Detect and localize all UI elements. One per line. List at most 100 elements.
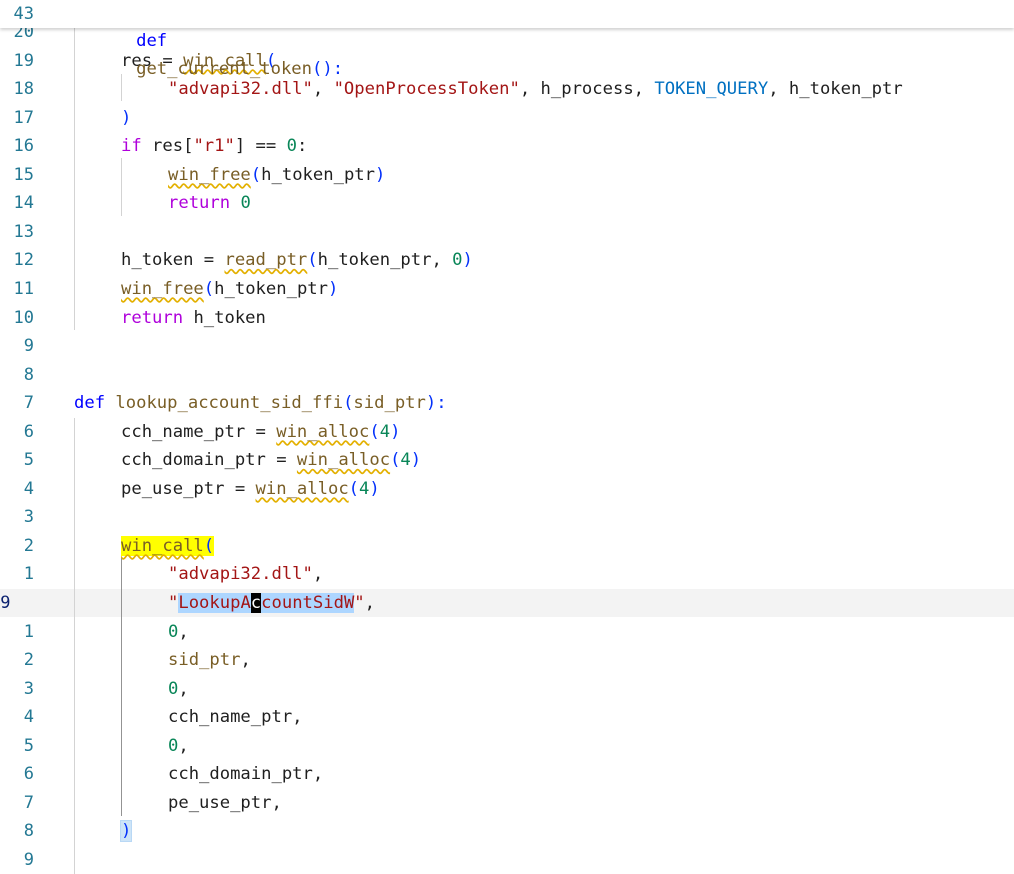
code-line[interactable]: 9 [0,332,1014,360]
code-token: h_token_ptr [214,278,328,299]
code-token: pe_use_ptr, [168,792,282,813]
line-number: 11 [13,278,34,299]
line-number: 9 [23,849,34,870]
code-token: h_token [193,307,266,328]
code-text[interactable]: cch_domain_ptr, [168,760,323,788]
code-text[interactable]: pe_use_ptr = win_alloc(4) [121,475,380,503]
code-line[interactable]: 14 return 0 [0,189,1014,217]
code-text[interactable]: pe_use_ptr, [168,789,282,817]
code-token: win_free [121,278,204,299]
code-text[interactable]: return 0 [168,189,251,217]
code-line[interactable]: 16 if res["r1"] == 0: [0,132,1014,160]
sticky-def-keyword: def [136,31,168,51]
code-token: win_free [168,164,251,185]
code-text[interactable]: cch_name_ptr = win_alloc(4) [121,418,400,446]
line-number: 19 [13,50,34,71]
code-line[interactable]: 13 [0,218,1014,246]
code-text[interactable]: win_free(h_token_ptr) [168,161,385,189]
code-line[interactable]: 4 cch_name_ptr, [0,703,1014,731]
code-line[interactable]: 5 cch_domain_ptr = win_alloc(4) [0,446,1014,474]
code-line[interactable]: 11 win_free(h_token_ptr) [0,275,1014,303]
code-token: 4 [379,421,391,442]
code-token: ( [307,250,318,271]
sticky-code[interactable]: def get_current_token(): [74,0,343,111]
code-text[interactable]: cch_name_ptr, [168,703,303,731]
code-editor[interactable]: 43 def get_current_token(): 20 19 res = wi… [0,0,1014,874]
code-line[interactable]: 9 [0,846,1014,874]
code-token: , [178,678,189,699]
code-text[interactable]: 0, [168,618,189,646]
code-text[interactable]: sid_ptr, [168,646,251,674]
code-token: " [168,593,179,613]
line-number: 4 [23,478,34,499]
sticky-function-name: get_current_token [136,59,313,79]
line-number: 3 [23,507,34,528]
code-token: ( [250,164,262,185]
code-token: h_token_ptr [261,164,375,185]
code-text[interactable]: win_call( [121,532,215,560]
code-token: ) [327,278,339,299]
code-token: sid_ptr [353,393,426,414]
code-text[interactable]: "advapi32.dll", [168,560,323,588]
code-token: return [121,307,194,328]
line-number: 3 [23,678,34,699]
line-number: 18 [13,79,34,100]
code-line[interactable]: 2 sid_ptr, [0,646,1014,674]
code-line[interactable]: 6 cch_name_ptr = win_alloc(4) [0,418,1014,446]
line-number: 10 [13,307,34,328]
code-text[interactable]: ) [119,817,133,845]
line-number: 9 [23,336,34,357]
code-token: c [250,593,262,613]
code-line[interactable]: 7 pe_use_ptr, [0,789,1014,817]
code-token: , [178,735,189,756]
code-line[interactable]: 5 0, [0,732,1014,760]
code-token: 0 [168,678,179,699]
code-token: h_token = [121,250,225,271]
code-token: ) [462,250,473,271]
code-text[interactable]: win_free(h_token_ptr) [121,275,338,303]
line-number: 6 [23,764,34,785]
code-token: win_call [121,535,204,556]
code-token: ( [348,478,360,499]
indent-guide [121,158,122,216]
code-line[interactable]: 8 [0,361,1014,389]
code-line[interactable]: 4 pe_use_ptr = win_alloc(4) [0,475,1014,503]
line-number: 69 [0,593,11,613]
code-token: ( [203,535,215,556]
code-text[interactable]: h_token = read_ptr(h_token_ptr, 0) [121,246,473,274]
line-number: 16 [13,136,34,157]
code-text[interactable]: cch_domain_ptr = win_alloc(4) [121,446,421,474]
line-number: 7 [23,393,34,414]
code-text[interactable]: 0, [168,732,189,760]
code-token: cch_name_ptr, [168,707,303,728]
code-text[interactable]: "LookupAccountSidW", [168,589,375,617]
line-number: 8 [23,364,34,385]
line-number: 1 [23,564,34,585]
code-line[interactable]: 12 h_token = read_ptr(h_token_ptr, 0) [0,246,1014,274]
code-text[interactable]: def lookup_account_sid_ffi(sid_ptr): [74,389,447,417]
sticky-scroll-header[interactable]: 43 def get_current_token(): [0,0,1014,79]
code-token: , [178,621,189,642]
line-number: 4 [23,707,34,728]
code-text[interactable]: if res["r1"] == 0: [121,132,307,160]
code-token: 0 [168,621,179,642]
code-line[interactable]: 10 return h_token [0,304,1014,332]
code-line[interactable]: 1 "advapi32.dll", [0,560,1014,588]
code-line[interactable]: 8) [0,817,1014,845]
code-line[interactable]: 1 0, [0,618,1014,646]
code-token: ( [369,421,380,442]
code-token: def [74,393,116,414]
code-text[interactable]: 0, [168,675,189,703]
code-line[interactable]: 2 win_call( [0,532,1014,560]
code-text[interactable]: return h_token [121,304,266,332]
code-line[interactable]: 3 [0,503,1014,531]
line-number: 5 [23,450,34,471]
code-token: countSidW [261,593,355,613]
code-line[interactable]: 6 cch_domain_ptr, [0,760,1014,788]
code-line[interactable]: 15 win_free(h_token_ptr) [0,161,1014,189]
code-line[interactable]: 69 "LookupAccountSidW", [0,589,1014,617]
code-token: "r1" [193,136,235,157]
code-line[interactable]: 7 def lookup_account_sid_ffi(sid_ptr): [0,389,1014,417]
code-line[interactable]: 3 0, [0,675,1014,703]
code-token: " [354,593,365,613]
